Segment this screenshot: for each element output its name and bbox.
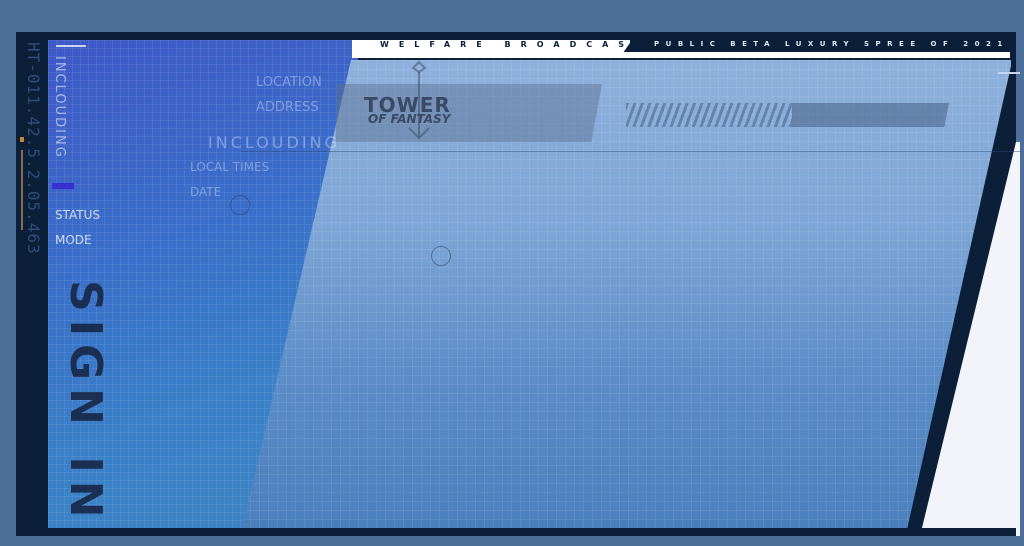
circle-marker: [431, 246, 451, 266]
date-label: DATE: [190, 185, 222, 199]
sign-in-title: SIGN IN: [60, 280, 111, 526]
header-underline: [352, 52, 1010, 58]
decorative-bar: [792, 103, 949, 127]
local-times-label: LOCAL TIMES: [190, 160, 270, 174]
divider-line: [241, 151, 1021, 152]
welfare-broadcast-title: WELFARE BROADCAST: [380, 40, 650, 49]
side-including: INCLOUDING: [52, 56, 67, 159]
circle-marker: [230, 195, 250, 215]
including-heading: INCLOUDING: [208, 133, 340, 152]
side-code: HT-011.42.5.2.05.463: [24, 42, 43, 255]
address-label: ADDRESS: [256, 100, 319, 115]
orange-line: [21, 150, 23, 230]
status-label: STATUS: [55, 208, 101, 222]
location-label: LOCATION: [256, 75, 322, 90]
decorative-stripes: [626, 103, 792, 127]
bottom-frame-bar: [16, 528, 1016, 536]
logo-subtitle: OF FANTASY: [368, 112, 451, 126]
accent-bar: [52, 183, 74, 189]
mode-label: MODE: [55, 233, 92, 247]
corner-accent: [56, 45, 86, 47]
game-logo: TOWER OF FANTASY: [364, 95, 451, 125]
orange-marker: [20, 137, 24, 142]
public-beta-subtitle: PUBLIC BETA LUXURY SPREE OF 2021: [654, 40, 1009, 48]
right-corner-accent: [998, 72, 1020, 74]
